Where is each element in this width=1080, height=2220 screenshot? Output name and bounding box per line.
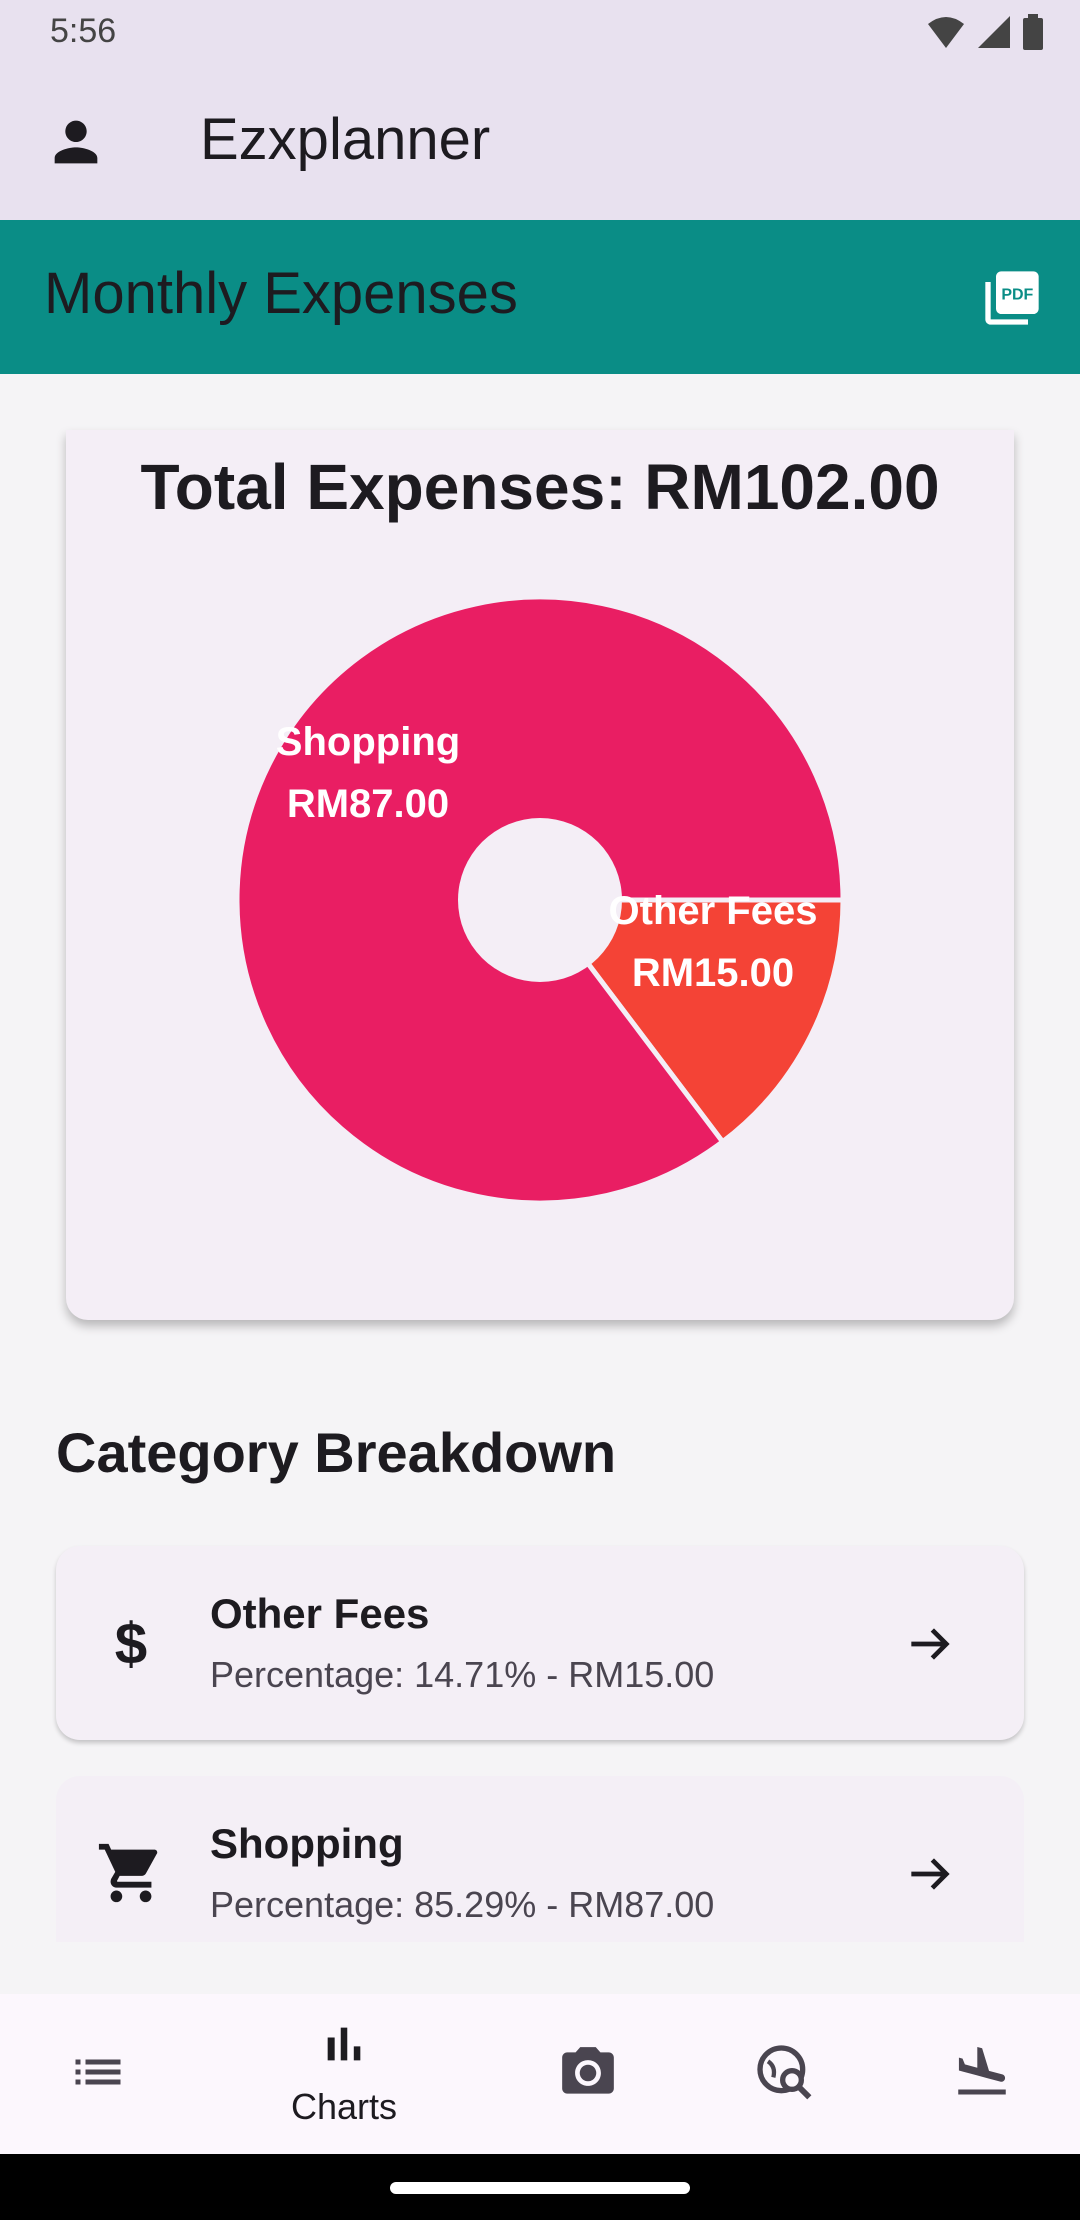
category-name: Other Fees <box>210 1590 430 1637</box>
total-expenses: Total Expenses: RM102.00 <box>140 451 940 523</box>
nav-item-charts[interactable]: Charts <box>264 1994 424 2154</box>
category-item-other-fees[interactable]: $ Other Fees Percentage: 14.71% - RM15.0… <box>56 1546 1024 1740</box>
arrow-forward-icon[interactable] <box>902 1846 958 1902</box>
bar-chart-icon <box>327 2027 361 2061</box>
category-breakdown-title: Category Breakdown <box>56 1421 617 1484</box>
category-name: Shopping <box>210 1820 404 1867</box>
travel-explore-icon <box>757 2045 812 2100</box>
section-header: Monthly Expenses PDF <box>0 220 1080 374</box>
list-icon <box>75 2059 121 2085</box>
slice-label-name: Other Fees <box>609 889 818 933</box>
slice-label-value: RM15.00 <box>632 951 794 995</box>
slice-label-value: RM87.00 <box>287 782 449 826</box>
section-title: Monthly Expenses <box>44 261 518 326</box>
svg-text:PDF: PDF <box>1001 286 1033 303</box>
nav-item-camera[interactable] <box>508 1994 668 2154</box>
nav-item-flight[interactable] <box>902 1994 1062 2154</box>
category-item-shopping[interactable]: Shopping Percentage: 85.29% - RM87.00 <box>56 1776 1024 1942</box>
pdf-export-icon[interactable]: PDF <box>980 266 1044 330</box>
status-icons <box>926 14 1044 50</box>
nav-item-list[interactable] <box>18 1994 178 2154</box>
expenses-donut-chart: Shopping RM87.00 Other Fees RM15.00 <box>234 594 846 1206</box>
cart-icon <box>98 1843 158 1903</box>
camera-icon <box>562 2047 614 2094</box>
donut-hole <box>458 818 622 982</box>
svg-text:$: $ <box>115 1611 147 1676</box>
app-bar: Ezxplanner <box>0 66 1080 220</box>
battery-icon <box>1023 14 1043 50</box>
category-list: $ Other Fees Percentage: 14.71% - RM15.0… <box>56 1546 1024 1978</box>
signal-icon <box>978 16 1010 48</box>
bottom-navigation: Charts <box>0 1994 1080 2154</box>
status-bar: 5:56 <box>0 0 1080 66</box>
dollar-icon: $ <box>115 1611 147 1676</box>
expenses-chart-card: Total Expenses: RM102.00 Shopping RM87.00… <box>66 430 1014 1320</box>
home-gesture-pill[interactable] <box>390 2182 690 2194</box>
system-gesture-bar <box>0 2154 1080 2220</box>
status-time: 5:56 <box>50 12 117 50</box>
wifi-icon <box>928 17 964 48</box>
app-title: Ezxplanner <box>200 107 491 172</box>
flight-land-icon <box>958 2047 1006 2095</box>
arrow-forward-icon[interactable] <box>902 1616 958 1672</box>
slice-label-name: Shopping <box>276 720 460 764</box>
nav-label-charts: Charts <box>290 2086 398 2127</box>
category-detail: Percentage: 14.71% - RM15.00 <box>210 1654 715 1695</box>
person-icon[interactable] <box>44 110 108 174</box>
nav-item-explore[interactable] <box>704 1994 864 2154</box>
category-detail: Percentage: 85.29% - RM87.00 <box>210 1884 715 1925</box>
